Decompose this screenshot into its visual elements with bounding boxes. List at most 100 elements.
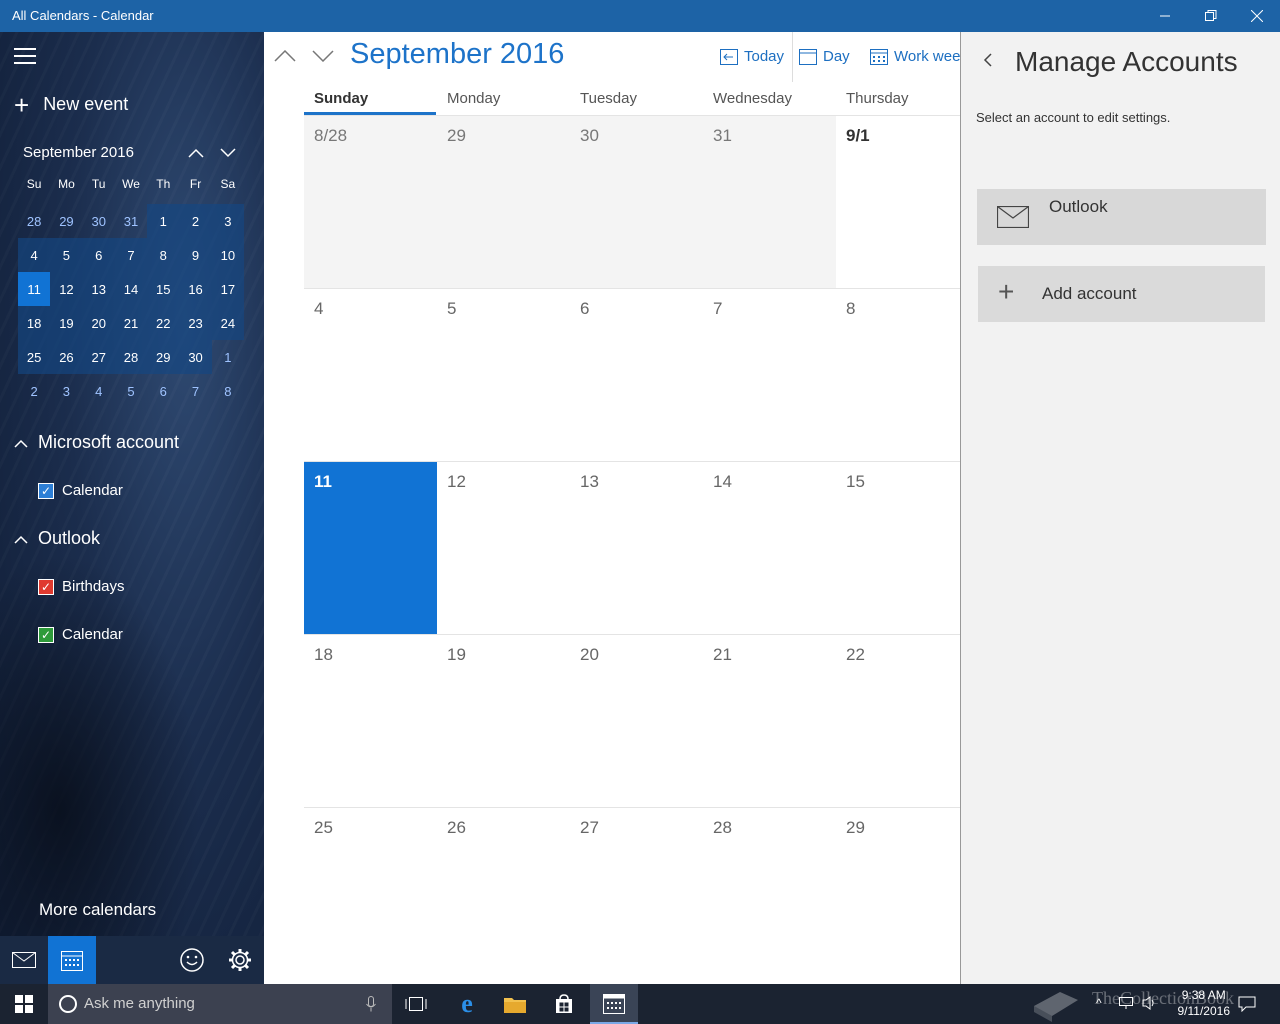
mini-calendar-day[interactable]: 31 — [115, 204, 147, 238]
mini-calendar-day[interactable]: 7 — [179, 374, 211, 408]
day-cell[interactable]: 7 — [703, 289, 836, 462]
store-icon[interactable] — [540, 984, 588, 1024]
mini-calendar-day[interactable]: 5 — [50, 238, 83, 272]
checkbox-icon[interactable]: ✓ — [38, 626, 54, 643]
day-cell[interactable]: 20 — [570, 635, 703, 808]
close-button[interactable] — [1234, 0, 1280, 32]
mini-calendar-day[interactable]: 10 — [211, 238, 244, 272]
mini-calendar-day[interactable]: 11 — [18, 272, 51, 306]
checkbox-icon[interactable]: ✓ — [38, 482, 54, 499]
mini-calendar-day[interactable]: 26 — [50, 340, 83, 374]
volume-icon[interactable] — [1142, 996, 1158, 1010]
day-cell[interactable]: 13 — [570, 462, 703, 635]
today-button[interactable]: Today — [720, 48, 784, 65]
mini-prev-month-button[interactable] — [184, 142, 208, 166]
day-cell[interactable]: 19 — [437, 635, 570, 808]
edge-browser-icon[interactable]: e — [443, 984, 491, 1024]
mini-calendar-day[interactable]: 23 — [179, 306, 212, 340]
task-view-icon[interactable] — [392, 984, 440, 1024]
calendar-item-microsoft-calendar[interactable]: ✓ Calendar — [38, 482, 123, 499]
cortana-search-box[interactable]: Ask me anything — [48, 984, 392, 1024]
mini-calendar-day[interactable]: 25 — [18, 340, 51, 374]
day-cell[interactable]: 29 — [437, 116, 570, 289]
mini-calendar-day[interactable]: 30 — [179, 340, 212, 374]
mini-calendar-day[interactable]: 29 — [50, 204, 82, 238]
day-cell[interactable]: 12 — [437, 462, 570, 635]
mini-calendar-day[interactable]: 29 — [147, 340, 180, 374]
calendar-item-outlook-calendar[interactable]: ✓ Calendar — [38, 626, 123, 643]
mini-next-month-button[interactable] — [216, 142, 240, 166]
day-cell[interactable]: 6 — [570, 289, 703, 462]
work-week-view-button[interactable]: Work week — [870, 48, 960, 65]
mini-calendar-day[interactable]: 20 — [82, 306, 115, 340]
mini-calendar-day[interactable]: 28 — [18, 204, 50, 238]
show-hidden-icons-icon[interactable]: ^ — [1096, 996, 1102, 1010]
taskbar-clock[interactable]: 9:38 AM 9/11/2016 — [1178, 987, 1231, 1019]
mini-calendar-day[interactable]: 17 — [211, 272, 244, 306]
mini-calendar-day[interactable]: 22 — [147, 306, 180, 340]
mini-calendar-day[interactable]: 3 — [50, 374, 82, 408]
minimize-button[interactable] — [1142, 0, 1188, 32]
day-cell[interactable]: 31 — [703, 116, 836, 289]
mini-calendar-day[interactable]: 2 — [18, 374, 50, 408]
day-cell[interactable]: 28 — [703, 808, 836, 981]
mini-calendar-day[interactable]: 7 — [114, 238, 148, 272]
action-center-icon[interactable] — [1238, 996, 1256, 1012]
mini-calendar-day[interactable]: 30 — [83, 204, 115, 238]
mini-calendar-day[interactable]: 27 — [82, 340, 115, 374]
mini-calendar-day[interactable]: 8 — [147, 238, 180, 272]
new-event-button[interactable]: + New event — [14, 92, 128, 118]
mini-calendar-day[interactable]: 19 — [50, 306, 83, 340]
calendar-app-icon[interactable] — [590, 984, 638, 1024]
day-cell[interactable]: 15 — [836, 462, 960, 635]
settings-gear-icon[interactable] — [216, 936, 264, 984]
mini-calendar-day[interactable]: 9 — [179, 238, 212, 272]
mini-calendar-day[interactable]: 15 — [147, 272, 180, 306]
day-cell[interactable]: 18 — [304, 635, 437, 808]
feedback-smiley-icon[interactable] — [168, 936, 216, 984]
mini-calendar-day[interactable]: 4 — [18, 238, 51, 272]
checkbox-icon[interactable]: ✓ — [38, 578, 54, 595]
day-cell[interactable]: 8/28 — [304, 116, 437, 289]
mini-calendar-day[interactable]: 12 — [50, 272, 83, 306]
mini-calendar-day[interactable]: 21 — [114, 306, 148, 340]
mini-calendar-day[interactable]: 3 — [211, 204, 244, 238]
mini-calendar-day[interactable]: 1 — [147, 204, 180, 238]
mini-calendar-day[interactable]: 14 — [114, 272, 148, 306]
start-windows-icon[interactable] — [0, 984, 48, 1024]
mini-calendar-day[interactable]: 4 — [83, 374, 115, 408]
mini-calendar-day[interactable]: 6 — [147, 374, 179, 408]
day-cell[interactable]: 4 — [304, 289, 437, 462]
add-account-button[interactable]: + Add account — [978, 266, 1265, 322]
day-view-button[interactable]: Day — [799, 48, 850, 65]
mini-calendar-day[interactable]: 16 — [179, 272, 212, 306]
network-icon[interactable] — [1118, 996, 1134, 1010]
restore-button[interactable] — [1188, 0, 1234, 32]
account-outlook[interactable]: Outlook — [977, 189, 1266, 245]
calendar-icon[interactable] — [48, 936, 96, 984]
day-cell[interactable]: 30 — [570, 116, 703, 289]
hamburger-menu-icon[interactable] — [14, 48, 36, 64]
mini-calendar-day[interactable]: 13 — [82, 272, 115, 306]
day-cell[interactable]: 11 — [304, 462, 437, 635]
day-cell[interactable]: 25 — [304, 808, 437, 981]
previous-month-button[interactable] — [272, 44, 298, 70]
microphone-icon[interactable] — [366, 996, 376, 1012]
section-microsoft-account[interactable]: Microsoft account — [14, 432, 179, 453]
mini-calendar-day[interactable]: 1 — [212, 340, 244, 374]
mini-calendar-day[interactable]: 8 — [212, 374, 244, 408]
back-arrow-icon[interactable] — [983, 52, 993, 73]
mini-calendar-day[interactable]: 5 — [115, 374, 147, 408]
next-month-button[interactable] — [310, 44, 336, 70]
day-cell[interactable]: 21 — [703, 635, 836, 808]
day-cell[interactable]: 8 — [836, 289, 960, 462]
calendar-item-birthdays[interactable]: ✓ Birthdays — [38, 578, 125, 595]
mini-calendar-day[interactable]: 2 — [179, 204, 212, 238]
mini-calendar-day[interactable]: 24 — [211, 306, 244, 340]
mini-calendar-day[interactable]: 6 — [82, 238, 115, 272]
day-cell[interactable]: 27 — [570, 808, 703, 981]
mini-calendar-day[interactable]: 28 — [114, 340, 148, 374]
file-explorer-icon[interactable] — [491, 984, 539, 1024]
section-outlook[interactable]: Outlook — [14, 528, 100, 549]
mail-icon[interactable] — [0, 936, 48, 984]
